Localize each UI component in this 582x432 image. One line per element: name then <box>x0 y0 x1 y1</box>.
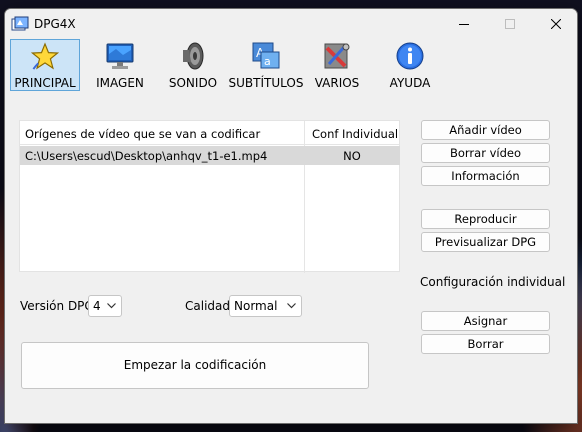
app-window: DPG4X PRINCIPAL IMAGEN SONIDO A a SUBTÍT… <box>4 8 578 424</box>
assign-button[interactable]: Asignar <box>421 311 550 331</box>
conf-value: NO <box>343 149 361 163</box>
title-bar: DPG4X <box>5 9 577 39</box>
column-header-sources[interactable]: Orígenes de vídeo que se van a codificar <box>25 127 260 141</box>
tab-principal[interactable]: PRINCIPAL <box>10 39 80 91</box>
video-path: C:\Users\escud\Desktop\anhqv_t1-e1.mp4 <box>25 149 268 163</box>
star-icon <box>30 42 60 70</box>
start-encoding-button[interactable]: Empezar la codificación <box>21 342 369 389</box>
close-icon <box>551 19 561 29</box>
tab-varios[interactable]: VARIOS <box>313 39 361 91</box>
column-header-conf[interactable]: Conf Individual <box>312 127 398 141</box>
quality-label: Calidad <box>185 299 230 313</box>
tab-subtitulos[interactable]: A a SUBTÍTULOS <box>228 39 304 91</box>
tab-label: AYUDA <box>389 76 431 90</box>
dpg-version-label: Versión DPG <box>20 299 94 313</box>
minimize-button[interactable] <box>441 9 487 39</box>
dpg-version-value: 4 <box>93 299 101 313</box>
play-button[interactable]: Reproducir <box>421 209 550 229</box>
minimize-icon <box>459 24 469 25</box>
tab-label: PRINCIPAL <box>14 76 76 90</box>
remove-video-button[interactable]: Borrar vídeo <box>421 143 550 163</box>
tab-label: SUBTÍTULOS <box>228 76 304 90</box>
tab-imagen[interactable]: IMAGEN <box>93 39 147 91</box>
add-video-button[interactable]: Añadir vídeo <box>421 120 550 140</box>
tab-label: VARIOS <box>314 76 360 90</box>
app-icon <box>11 16 29 31</box>
subtitles-icon: A a <box>252 42 280 69</box>
list-header: Orígenes de vídeo que se van a codificar… <box>20 121 399 145</box>
tools-icon <box>324 43 350 69</box>
close-button[interactable] <box>533 9 577 39</box>
chevron-down-icon <box>107 303 116 309</box>
clear-button[interactable]: Borrar <box>421 334 550 354</box>
tab-sonido[interactable]: SONIDO <box>165 39 221 91</box>
tab-label: SONIDO <box>168 76 218 90</box>
chevron-down-icon <box>287 303 296 309</box>
window-title: DPG4X <box>34 17 76 31</box>
list-item[interactable]: C:\Users\escud\Desktop\anhqv_t1-e1.mp4 N… <box>20 146 400 165</box>
svg-text:a: a <box>264 55 271 68</box>
info-button[interactable]: Información <box>421 166 550 186</box>
dpg-version-select[interactable]: 4 <box>88 295 122 317</box>
tab-ayuda[interactable]: AYUDA <box>387 39 433 91</box>
preview-dpg-button[interactable]: Previsualizar DPG <box>421 232 550 252</box>
column-divider <box>304 121 305 273</box>
maximize-icon <box>505 19 515 29</box>
maximize-button <box>487 9 533 39</box>
info-icon <box>396 42 424 70</box>
tab-label: IMAGEN <box>96 76 144 90</box>
video-list[interactable]: Orígenes de vídeo que se van a codificar… <box>19 120 400 273</box>
individual-config-label: Configuración individual <box>420 275 566 289</box>
quality-select[interactable]: Normal <box>229 295 302 317</box>
speaker-icon <box>183 42 204 70</box>
quality-value: Normal <box>234 299 278 313</box>
monitor-icon <box>106 43 134 69</box>
